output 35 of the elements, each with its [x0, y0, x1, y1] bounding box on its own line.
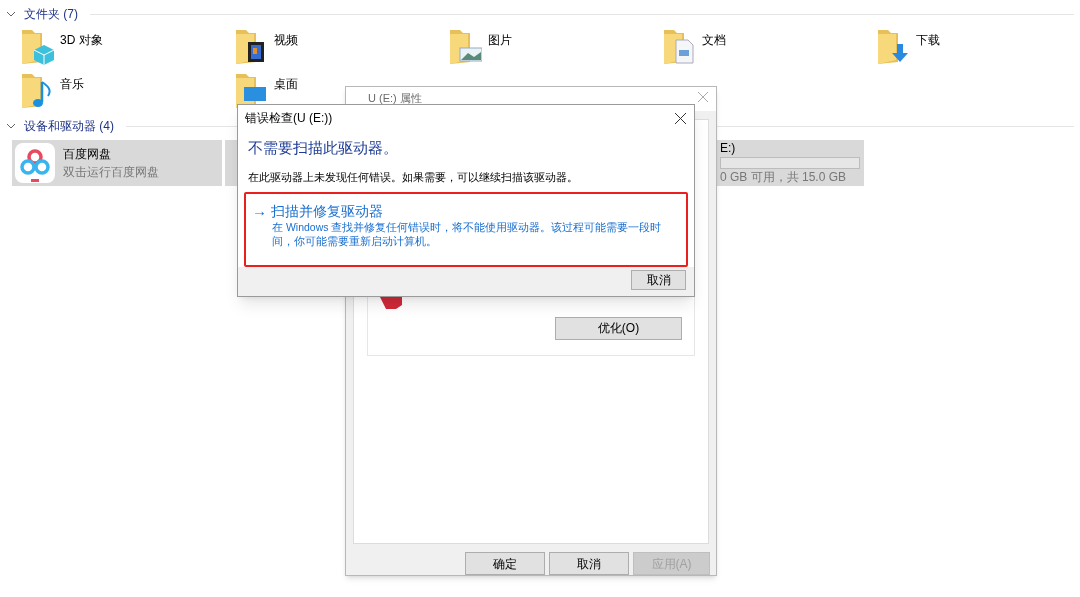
dialog-button[interactable]: 确定	[465, 552, 545, 575]
folder-label[interactable]: 文档	[702, 31, 726, 49]
arrow-glyph: →	[252, 202, 267, 220]
chevron-icon[interactable]	[6, 121, 16, 131]
folder-label[interactable]: 音乐	[60, 75, 84, 93]
dialog-title: 错误检查(U (E:))	[245, 110, 333, 127]
optimize-button[interactable]: 优化(O)	[555, 316, 682, 340]
close-icon[interactable]	[675, 112, 686, 124]
device-subtitle: 双击运行百度网盘	[63, 164, 159, 181]
option-title: 扫描并修复驱动器	[271, 202, 383, 220]
folder-label[interactable]: 图片	[488, 31, 512, 49]
window-title: U (E:) 属性	[368, 92, 422, 104]
dialog-heading: 不需要扫描此驱动器。	[248, 138, 399, 158]
folder-icon	[22, 74, 54, 109]
folder-icon	[664, 30, 696, 65]
device-name: E:)	[720, 141, 737, 156]
folder-label[interactable]: 桌面	[274, 75, 298, 93]
device-name: 百度网盘	[63, 146, 112, 163]
folder-icon	[450, 30, 482, 65]
option-description: 在 Windows 查找并修复任何错误时，将不能使用驱动器。该过程可能需要一段时间，你可能需要重新启动计算机。	[272, 220, 663, 248]
folder-icon	[22, 30, 54, 65]
folder-label[interactable]: 3D 对象	[60, 31, 103, 49]
device-tile[interactable]: 百度网盘 双击运行百度网盘	[12, 140, 222, 186]
dialog-message: 在此驱动器上未发现任何错误。如果需要，可以继续扫描该驱动器。	[248, 169, 579, 185]
chevron-icon[interactable]	[6, 9, 16, 19]
section-title[interactable]: 文件夹 (7)	[24, 5, 78, 23]
section-title[interactable]: 设备和驱动器 (4)	[24, 117, 114, 135]
cancel-button[interactable]: 取消	[631, 270, 686, 290]
cloud-app-icon	[15, 143, 55, 183]
dialog-button[interactable]: 取消	[549, 552, 629, 575]
folder-label[interactable]: 下载	[916, 31, 940, 49]
folder-icon	[878, 30, 910, 65]
folder-label[interactable]: 视频	[274, 31, 298, 49]
device-subtitle: 0 GB 可用，共 15.0 GB	[720, 170, 848, 185]
scan-repair-option[interactable]: → 扫描并修复驱动器 在 Windows 查找并修复任何错误时，将不能使用驱动器。该过程可能需要一段时间，你可能需要重新启动计算机。	[244, 192, 688, 267]
